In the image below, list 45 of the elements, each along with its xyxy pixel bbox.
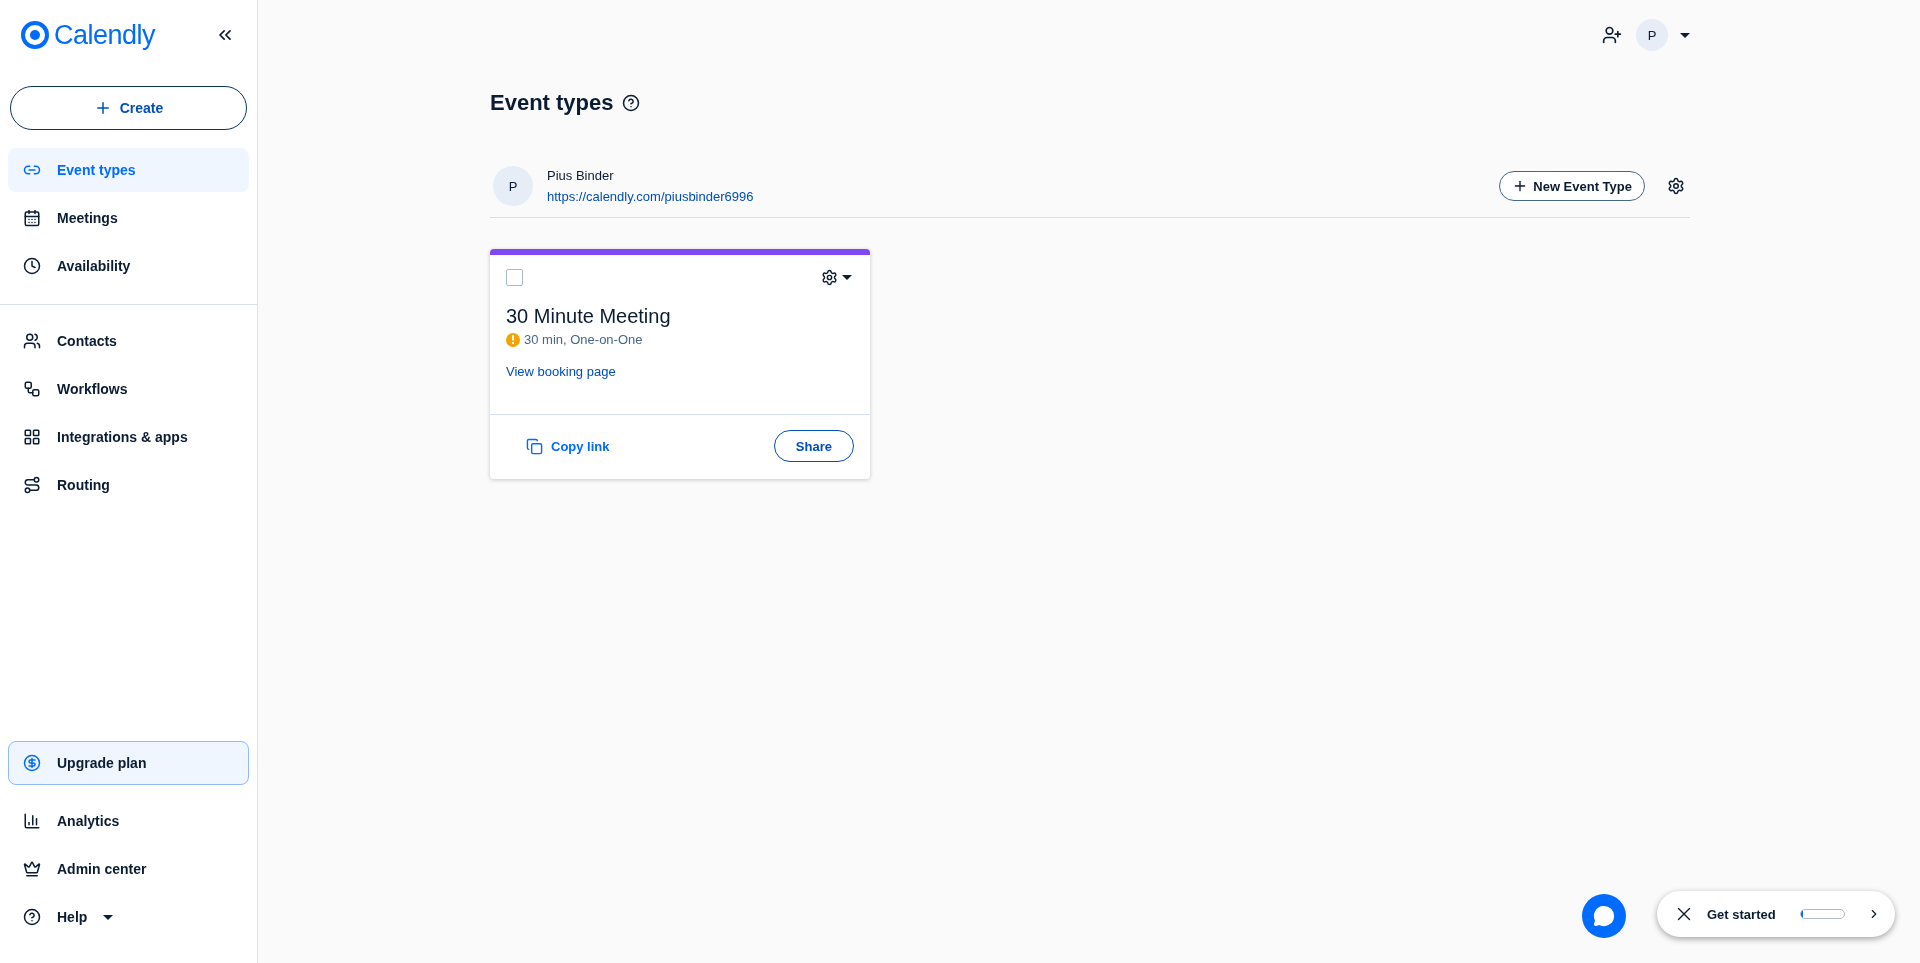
help-icon[interactable] <box>621 94 640 112</box>
profile-name: Pius Binder <box>547 168 615 183</box>
logo-icon <box>20 20 50 50</box>
calendar-icon <box>23 209 41 227</box>
workflow-icon <box>23 380 41 398</box>
dollar-icon <box>23 754 41 772</box>
upgrade-plan-button[interactable]: Upgrade plan <box>8 741 249 785</box>
grid-icon <box>23 428 41 446</box>
clock-icon <box>23 257 41 275</box>
sidebar-item[interactable]: Contacts <box>8 319 249 363</box>
sidebar-item[interactable]: Admin center <box>8 847 249 891</box>
caret-icon[interactable] <box>1680 32 1690 38</box>
sidebar-item[interactable]: Event types <box>8 148 249 192</box>
event-details: 30 min, One-on-One <box>524 332 643 347</box>
get-started-label[interactable]: Get started <box>1707 906 1776 922</box>
sidebar-item[interactable]: Analytics <box>8 799 249 843</box>
settings-menu-icon[interactable] <box>819 267 854 288</box>
checkbox[interactable] <box>506 269 523 286</box>
user-avatar[interactable]: P <box>1636 19 1668 51</box>
event-title: 30 Minute Meeting <box>506 305 672 328</box>
new-event-type-button[interactable]: New Event Type <box>1499 171 1645 201</box>
sidebar-item[interactable]: Meetings <box>8 196 249 240</box>
crown-icon <box>23 860 41 878</box>
help-icon <box>23 908 41 926</box>
route-icon <box>23 476 41 494</box>
profile-avatar: P <box>493 166 533 206</box>
sidebar-item[interactable]: Workflows <box>8 367 249 411</box>
sidebar-item[interactable]: Integrations & apps <box>8 415 249 459</box>
booking-page-link[interactable]: View booking page <box>506 364 616 379</box>
create-button[interactable]: Create <box>10 86 247 130</box>
profile-link[interactable]: https://calendly.com/piusbinder6996 <box>547 189 1486 204</box>
caret-icon <box>103 914 114 920</box>
share-button[interactable]: Share <box>773 430 854 462</box>
page-title: Event types <box>490 90 614 116</box>
sidebar-item[interactable]: Availability <box>8 244 249 288</box>
chat-button[interactable] <box>1582 894 1626 938</box>
sidebar-item[interactable]: Help <box>8 895 249 939</box>
bar-chart-icon <box>23 812 41 830</box>
warning-icon <box>506 332 520 347</box>
calendly-logo[interactable]: Calendly <box>20 19 156 51</box>
people-icon <box>23 332 41 350</box>
chat-icon <box>1593 905 1615 927</box>
copy-icon <box>526 437 543 455</box>
sidebar-item[interactable]: Routing <box>8 463 249 507</box>
copy-link-button[interactable]: Copy link <box>520 436 616 456</box>
